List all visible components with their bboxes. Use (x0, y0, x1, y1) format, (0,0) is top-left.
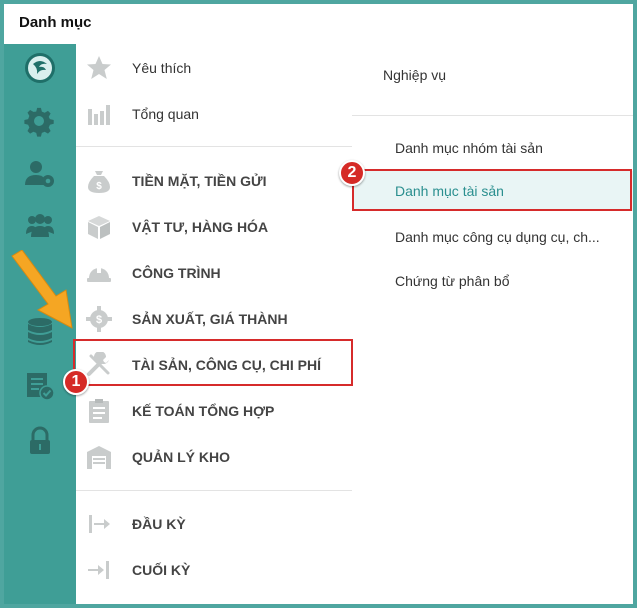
helmet-icon (86, 260, 112, 286)
menu-item-label: Yêu thích (132, 60, 192, 76)
menu-item-label: VẬT TƯ, HÀNG HÓA (132, 219, 269, 235)
gear-icon[interactable] (24, 106, 56, 138)
document-check-icon[interactable] (24, 370, 56, 402)
clipboard-icon (86, 398, 112, 424)
arrow-into-bar-icon (86, 557, 112, 583)
menu-item-production[interactable]: $ SẢN XUẤT, GIÁ THÀNH (76, 299, 352, 339)
menu-item-label: ĐẦU KỲ (132, 516, 186, 532)
pointer-arrow-icon (11, 250, 73, 329)
svg-text:$: $ (96, 314, 102, 326)
menu-item-label: Tổng quan (132, 106, 199, 122)
step-1-highlight (73, 339, 353, 386)
user-settings-icon[interactable] (24, 158, 56, 190)
submenu-divider (352, 115, 633, 116)
menu-item-label: SẢN XUẤT, GIÁ THÀNH (132, 311, 288, 327)
step-2-highlight (352, 169, 632, 211)
menu-item-label: QUẢN LÝ KHO (132, 449, 230, 465)
menu-item-closing-period[interactable]: CUỐI KỲ (76, 550, 352, 590)
step-2-badge: 2 (339, 160, 365, 186)
gear-dollar-icon: $ (86, 306, 112, 332)
submenu-header: Nghiệp vụ (383, 67, 447, 83)
menu-item-general-accounting[interactable]: KẾ TOÁN TỔNG HỢP (76, 391, 352, 431)
window-title: Danh mục (19, 14, 92, 31)
box-icon (86, 214, 112, 240)
submenu-item-allocation-vouchers[interactable]: Chứng từ phân bổ (352, 261, 633, 301)
module-menu: Yêu thích Tổng quan $ TIỀN MẶT, TIỀN GỬI… (76, 44, 353, 604)
menu-item-label: TIỀN MẶT, TIỀN GỬI (132, 173, 267, 189)
submenu-item-asset-groups[interactable]: Danh mục nhóm tài sản (352, 128, 633, 168)
menu-item-warehouse[interactable]: QUẢN LÝ KHO (76, 437, 352, 477)
money-bag-icon: $ (86, 168, 112, 194)
submenu-item-tools[interactable]: Danh mục công cụ dụng cụ, ch... (352, 217, 633, 257)
step-1-badge: 1 (63, 369, 89, 395)
submenu-item-label: Danh mục nhóm tài sản (395, 140, 543, 156)
group-icon[interactable] (24, 210, 56, 242)
svg-text:$: $ (96, 181, 102, 192)
submenu-item-label: Chứng từ phân bổ (395, 273, 510, 289)
submenu-panel: Nghiệp vụ Danh mục nhóm tài sản Danh mục… (352, 44, 633, 604)
app-logo-icon[interactable] (24, 52, 56, 84)
bar-chart-icon (86, 101, 112, 127)
menu-item-overview[interactable]: Tổng quan (76, 94, 352, 134)
submenu-item-label: Danh mục công cụ dụng cụ, ch... (395, 229, 600, 245)
star-icon (86, 55, 112, 81)
menu-item-construction[interactable]: CÔNG TRÌNH (76, 253, 352, 293)
menu-item-cash[interactable]: $ TIỀN MẶT, TIỀN GỬI (76, 161, 352, 201)
lock-icon[interactable] (24, 426, 56, 458)
arrow-right-bar-icon (86, 511, 112, 537)
menu-item-label: CÔNG TRÌNH (132, 265, 221, 281)
warehouse-icon (86, 444, 112, 470)
title-bar: Danh mục (4, 4, 633, 44)
menu-item-favorites[interactable]: Yêu thích (76, 48, 352, 88)
menu-item-label: KẾ TOÁN TỔNG HỢP (132, 403, 275, 419)
menu-divider (76, 490, 352, 491)
menu-divider (76, 146, 352, 147)
menu-item-label: CUỐI KỲ (132, 562, 191, 578)
menu-item-inventory[interactable]: VẬT TƯ, HÀNG HÓA (76, 207, 352, 247)
menu-item-opening-period[interactable]: ĐẦU KỲ (76, 504, 352, 544)
